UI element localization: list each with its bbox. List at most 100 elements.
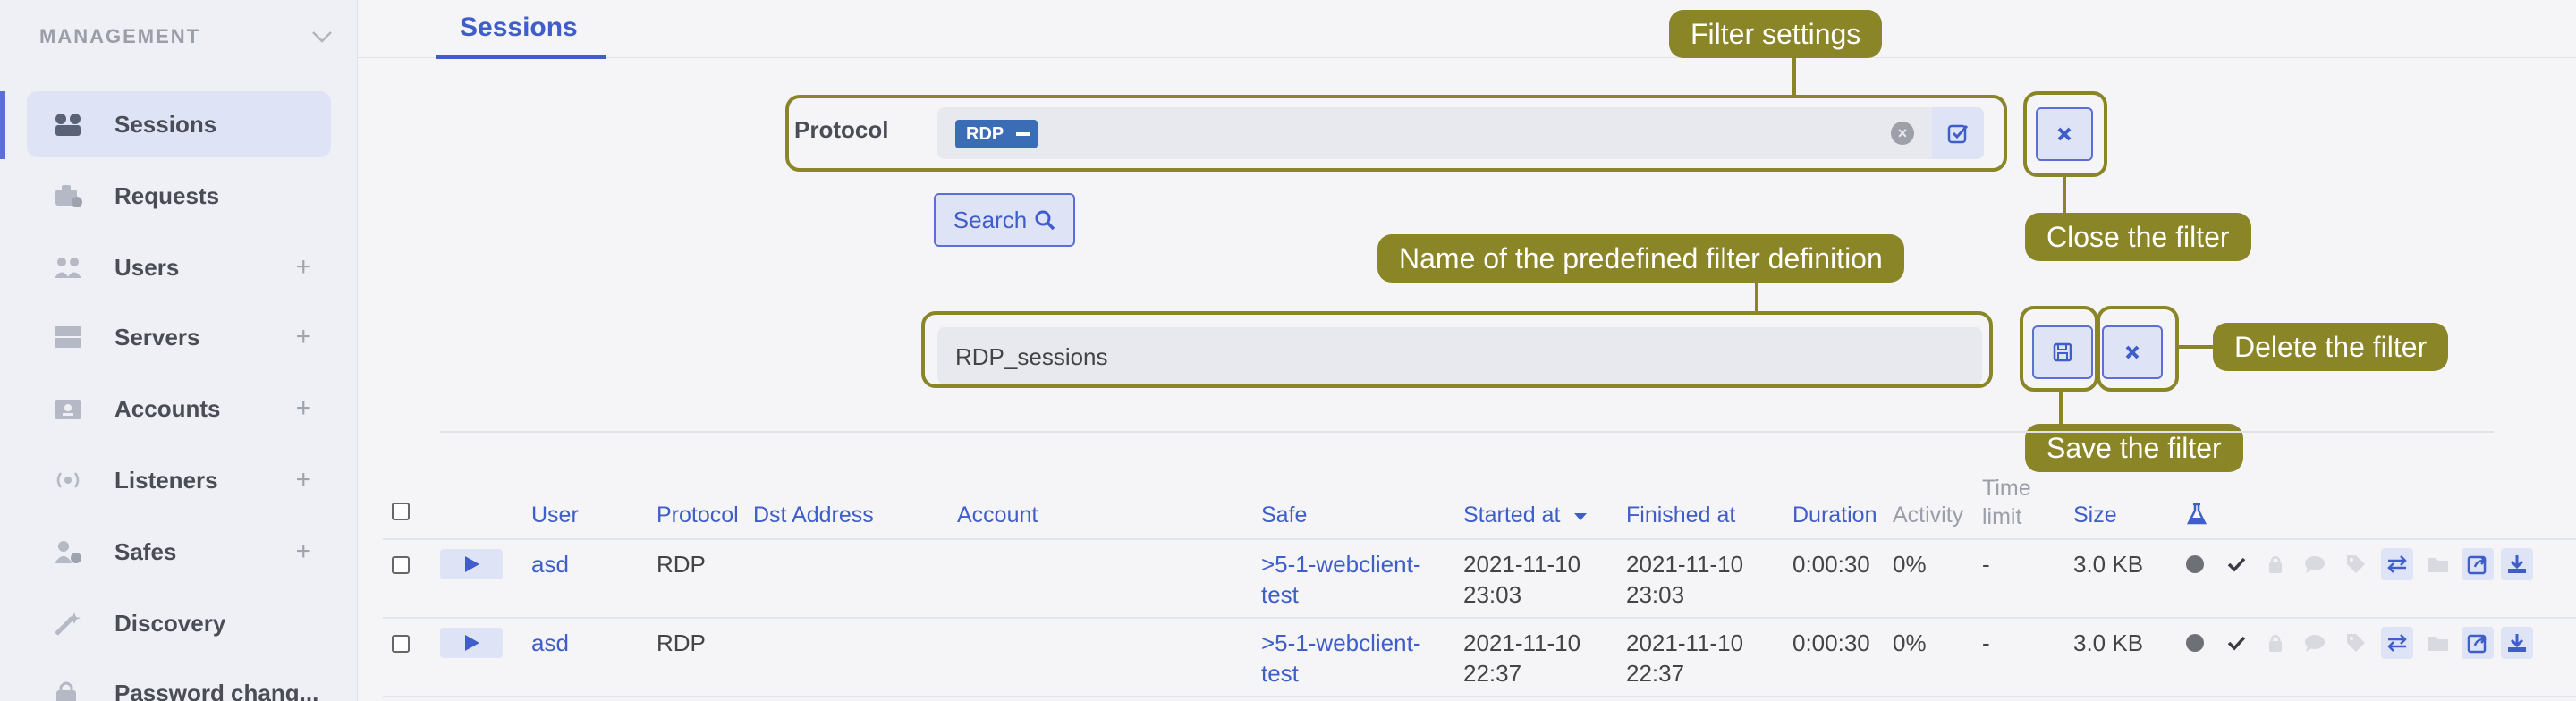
safe-line-1: >5-1-webclient- — [1261, 629, 1421, 656]
lock-icon — [2259, 627, 2292, 659]
time-limit-line-2: limit — [1982, 504, 2022, 529]
app-root: { "sidebar": { "section_title": "MANAGEM… — [0, 0, 2576, 701]
close-icon — [2057, 127, 2072, 141]
sessions-icon — [52, 108, 84, 140]
row-divider — [383, 617, 2576, 619]
column-header-account[interactable]: Account — [957, 503, 1038, 528]
add-safe-button[interactable]: + — [295, 536, 311, 567]
transfer-icon[interactable] — [2381, 548, 2413, 580]
chevron-down-icon[interactable] — [308, 23, 336, 48]
save-filter-button[interactable] — [2032, 325, 2093, 379]
sidebar-item-label: Password chang... — [114, 679, 319, 701]
cell-started-at: 2021-11-10 22:37 — [1463, 628, 1580, 688]
started-date: 2021-11-10 — [1463, 551, 1581, 578]
clear-icon[interactable]: × — [1891, 122, 1914, 145]
accounts-icon — [52, 393, 84, 425]
time-limit-line-1: Time — [1982, 476, 2031, 501]
protocol-label: Protocol — [794, 116, 889, 143]
sidebar-item-listeners[interactable]: Listeners + — [27, 447, 331, 513]
users-icon — [52, 251, 84, 283]
checkbox-check-icon — [1947, 124, 1969, 144]
download-icon[interactable] — [2501, 548, 2533, 580]
sidebar-item-accounts[interactable]: Accounts + — [27, 376, 331, 442]
callout-line — [2179, 345, 2213, 349]
protocol-tag[interactable]: RDP — [955, 120, 1038, 148]
apply-filter-button[interactable] — [1932, 107, 1984, 159]
tab-label: Sessions — [460, 13, 578, 42]
section-title: MANAGEMENT — [39, 25, 201, 47]
sidebar-item-sessions[interactable]: Sessions — [27, 91, 331, 157]
password-change-icon — [52, 677, 84, 701]
status-dot-icon — [2179, 548, 2211, 580]
column-header-user[interactable]: User — [531, 503, 579, 528]
started-date: 2021-11-10 — [1463, 629, 1581, 656]
column-header-activity: Activity — [1893, 503, 1964, 528]
transfer-icon[interactable] — [2381, 627, 2413, 659]
delete-filter-callout: Delete the filter — [2213, 323, 2449, 371]
column-header-finished-at[interactable]: Finished at — [1626, 503, 1735, 528]
tab-divider — [358, 57, 2576, 58]
select-all-checkbox[interactable] — [392, 503, 410, 520]
share-icon[interactable] — [2462, 548, 2494, 580]
replay-button[interactable] — [440, 628, 503, 658]
row-checkbox[interactable] — [392, 635, 410, 653]
folder-icon — [2422, 548, 2454, 580]
column-header-size[interactable]: Size — [2073, 503, 2117, 528]
add-listener-button[interactable]: + — [295, 465, 311, 495]
cell-safe[interactable]: >5-1-webclient- test — [1261, 549, 1420, 610]
callout-line — [1755, 283, 1758, 313]
search-button[interactable]: Search — [934, 193, 1075, 247]
protocol-filter-field[interactable]: RDP × — [937, 107, 1984, 159]
comment-icon — [2299, 548, 2331, 580]
sidebar-item-password-change[interactable]: Password chang... — [27, 660, 331, 701]
cell-time-limit: - — [1982, 629, 1990, 656]
sidebar-item-label: Requests — [114, 182, 220, 209]
safes-icon — [52, 536, 84, 568]
sort-desc-icon — [1574, 513, 1588, 520]
close-icon — [2125, 345, 2140, 359]
column-header-dst-address[interactable]: Dst Address — [753, 503, 874, 528]
safe-line-1: >5-1-webclient- — [1261, 551, 1421, 578]
safe-line-2: test — [1261, 581, 1299, 608]
flask-icon[interactable] — [2186, 503, 2207, 526]
add-user-button[interactable]: + — [295, 252, 311, 283]
column-header-protocol[interactable]: Protocol — [657, 503, 739, 528]
protocol-tag-label: RDP — [966, 123, 1004, 144]
add-server-button[interactable]: + — [295, 322, 311, 352]
filter-settings-callout: Filter settings — [1669, 10, 1883, 58]
cell-user[interactable]: asd — [531, 629, 569, 657]
comment-icon — [2299, 627, 2331, 659]
column-header-duration[interactable]: Duration — [1792, 503, 1877, 528]
download-icon[interactable] — [2501, 627, 2533, 659]
column-header-started-at[interactable]: Started at — [1463, 503, 1588, 528]
sidebar-item-discovery[interactable]: Discovery — [27, 590, 331, 656]
row-checkbox[interactable] — [392, 556, 410, 574]
play-icon — [465, 556, 479, 572]
finished-time: 22:37 — [1626, 660, 1685, 687]
filter-name-input[interactable]: RDP_sessions — [937, 327, 1982, 384]
sidebar-item-requests[interactable]: Requests — [27, 163, 331, 229]
column-header-time-limit: Time limit — [1982, 474, 2031, 531]
started-time: 23:03 — [1463, 581, 1522, 608]
cell-finished-at: 2021-11-10 22:37 — [1626, 628, 1743, 688]
sidebar-item-users[interactable]: Users + — [27, 234, 331, 300]
share-icon[interactable] — [2462, 627, 2494, 659]
row-divider — [383, 538, 2576, 540]
started-at-label: Started at — [1463, 503, 1561, 528]
add-account-button[interactable]: + — [295, 393, 311, 424]
sidebar-item-label: Listeners — [114, 466, 218, 494]
cell-protocol: RDP — [657, 551, 706, 578]
section-divider — [440, 431, 2494, 433]
check-icon — [2220, 627, 2252, 659]
replay-button[interactable] — [440, 549, 503, 579]
tab-sessions[interactable]: Sessions — [436, 0, 606, 59]
close-filter-button[interactable] — [2036, 107, 2093, 161]
minus-icon[interactable] — [1016, 132, 1031, 136]
delete-filter-button[interactable] — [2102, 325, 2163, 379]
column-header-safe[interactable]: Safe — [1261, 503, 1307, 528]
finished-date: 2021-11-10 — [1626, 629, 1744, 656]
cell-safe[interactable]: >5-1-webclient- test — [1261, 628, 1420, 688]
sidebar-item-servers[interactable]: Servers + — [27, 304, 331, 370]
sidebar-item-safes[interactable]: Safes + — [27, 519, 331, 585]
cell-user[interactable]: asd — [531, 551, 569, 579]
